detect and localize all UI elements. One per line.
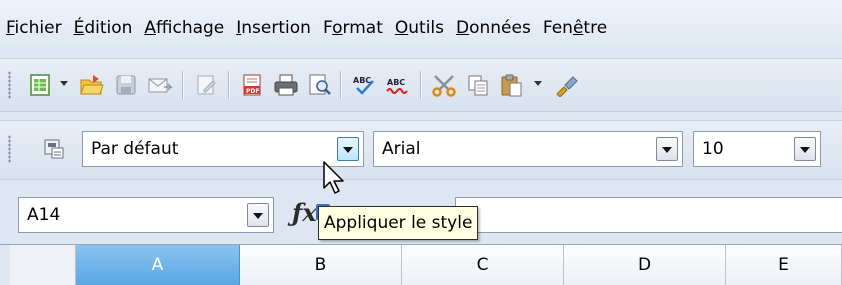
menu-outils[interactable]: Outils: [390, 12, 449, 44]
formatting-toolbar: Par défaut Arial 10: [0, 120, 842, 180]
export-pdf-icon[interactable]: PDF: [238, 71, 266, 99]
mouse-pointer-icon: [323, 161, 344, 194]
select-all-corner[interactable]: [10, 245, 76, 285]
apply-style-dropdown-button[interactable]: [337, 137, 359, 161]
apply-style-value: Par défaut: [91, 139, 179, 159]
font-name-dropdown-button[interactable]: [656, 137, 678, 161]
autospellcheck-icon[interactable]: ABC: [384, 71, 412, 99]
column-header-b[interactable]: B: [240, 245, 402, 285]
new-dropdown-icon[interactable]: [60, 81, 68, 86]
cut-icon[interactable]: [430, 71, 458, 99]
svg-text:PDF: PDF: [246, 88, 259, 95]
email-icon[interactable]: [146, 71, 174, 99]
clone-formatting-icon[interactable]: [552, 71, 580, 99]
save-icon[interactable]: [112, 71, 140, 99]
menu-fenetre[interactable]: Fenêtre: [538, 12, 612, 44]
print-icon[interactable]: [272, 71, 300, 99]
standard-toolbar: PDF ABC ABC: [0, 58, 842, 112]
paste-dropdown-icon[interactable]: [534, 81, 542, 86]
toolbar-separator: [340, 71, 342, 99]
menu-affichage[interactable]: Affichage: [139, 12, 229, 44]
menu-bar: Fichier Édition Affichage Insertion Form…: [0, 0, 842, 56]
font-name-value: Arial: [382, 139, 421, 159]
font-name-combo[interactable]: Arial: [373, 131, 683, 167]
copy-icon[interactable]: [464, 71, 492, 99]
name-box[interactable]: A14: [18, 197, 274, 233]
menu-donnees[interactable]: Données: [451, 12, 536, 44]
column-header-d[interactable]: D: [564, 245, 726, 285]
menu-format[interactable]: Format: [318, 12, 388, 44]
font-size-value: 10: [702, 139, 724, 159]
toolbar-separator: [182, 71, 184, 99]
column-header-e[interactable]: E: [726, 245, 842, 285]
svg-text:ABC: ABC: [387, 78, 405, 87]
toolbar-separator: [228, 71, 230, 99]
toolbar-grip[interactable]: [8, 135, 11, 163]
font-size-combo[interactable]: 10: [693, 131, 821, 167]
name-box-value: A14: [27, 205, 61, 225]
column-header-row: A B C D E: [0, 244, 842, 285]
formula-input[interactable]: [455, 197, 842, 233]
font-size-dropdown-button[interactable]: [794, 137, 816, 161]
edit-file-icon[interactable]: [192, 71, 220, 99]
menu-insertion[interactable]: Insertion: [231, 12, 316, 44]
column-header-c[interactable]: C: [402, 245, 564, 285]
new-document-icon[interactable]: [26, 71, 54, 99]
spellcheck-icon[interactable]: ABC: [350, 71, 378, 99]
name-box-dropdown-button[interactable]: [247, 203, 269, 227]
paste-icon[interactable]: [498, 71, 526, 99]
function-wizard-icon[interactable]: ƒx: [292, 198, 317, 227]
open-folder-icon[interactable]: [78, 71, 106, 99]
tooltip: Appliquer le style: [318, 206, 479, 240]
print-preview-icon[interactable]: [306, 71, 334, 99]
toolbar-grip[interactable]: [8, 71, 11, 99]
menu-fichier[interactable]: Fichier: [2, 12, 67, 44]
column-header-a[interactable]: A: [76, 245, 240, 285]
styles-formatting-icon[interactable]: [40, 135, 68, 163]
svg-text:ABC: ABC: [353, 76, 371, 85]
menu-edition[interactable]: Édition: [69, 12, 138, 44]
toolbar-separator: [420, 71, 422, 99]
